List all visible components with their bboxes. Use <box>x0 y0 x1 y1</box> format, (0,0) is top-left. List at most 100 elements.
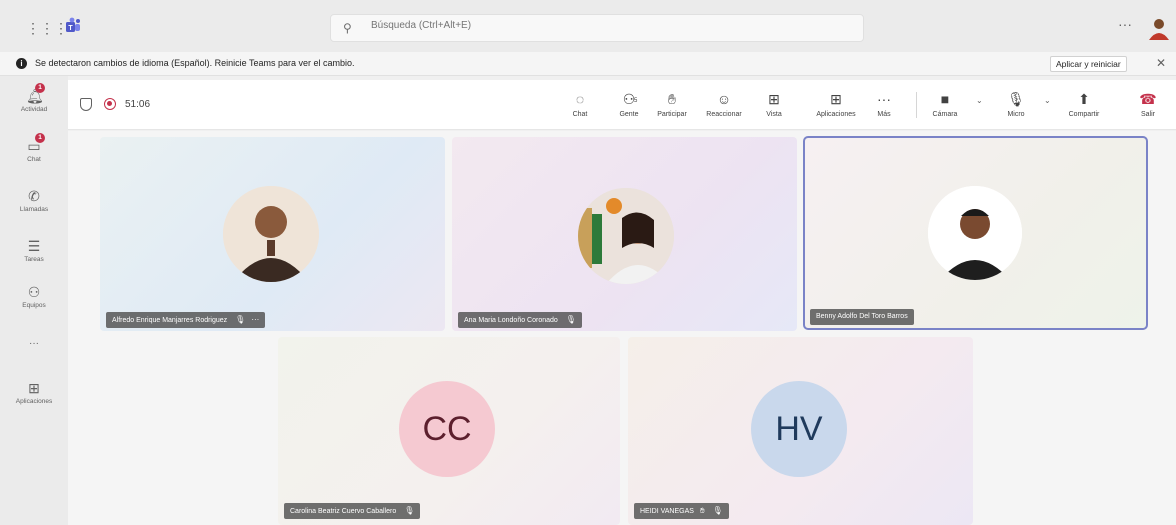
participant-name-bar: Alfredo Enrique Manjarres Rodriguez 🎙︎ ··· <box>106 312 266 328</box>
search-box[interactable]: ⚲ <box>330 14 864 42</box>
view-label: Vista <box>766 111 782 118</box>
camera-off-icon: ■ <box>940 91 950 107</box>
chat-icon: ▭ 1 <box>26 133 45 154</box>
tasks-icon: ☰ <box>27 238 41 254</box>
rail-item-label: Actividad <box>20 106 48 113</box>
meeting-timer: 51:06 <box>125 99 151 110</box>
more-icon: ··· <box>877 91 891 107</box>
more-icon[interactable]: ··· <box>251 312 259 328</box>
leave-button[interactable]: ☎ Salir <box>1136 90 1160 124</box>
react-label: Reaccionar <box>706 111 742 118</box>
activity-badge: 1 <box>35 83 45 93</box>
mic-off-icon: 🎙︎ <box>565 315 576 324</box>
rail-item-calls[interactable]: ✆ Llamadas <box>0 184 68 230</box>
more-icon[interactable]: ··· <box>1118 16 1132 32</box>
share-icon: ⬆ <box>1078 91 1090 107</box>
shield-icon <box>80 98 92 111</box>
rail-item-label: Equipos <box>22 302 46 309</box>
svg-text:T: T <box>68 25 73 32</box>
bell-icon: 🔔︎ 1 <box>26 83 45 104</box>
rail-item-label: Tareas <box>24 256 44 263</box>
notice-message: Se detectaron cambios de idioma (Español… <box>35 58 355 68</box>
apps-button[interactable]: ⊞ Aplicaciones <box>814 90 858 124</box>
rail-item-label: Aplicaciones <box>15 398 53 405</box>
apps-add-icon: ⊞ <box>830 91 842 107</box>
language-notice-bar: i Se detectaron cambios de idioma (Españ… <box>0 52 1176 76</box>
camera-button[interactable]: ■ Cámara <box>930 90 960 124</box>
more-icon: ··· <box>29 338 39 349</box>
rail-item-teams[interactable]: ⚇ Equipos <box>0 280 68 326</box>
teams-logo-icon: T <box>66 17 80 32</box>
participant-name: Ana Maria Londoño Coronado <box>464 317 558 324</box>
apply-restart-button[interactable]: Aplicar y reiniciar <box>1050 56 1127 72</box>
apps-label: Aplicaciones <box>816 111 856 118</box>
title-bar: ⋮⋮⋮ T ⚲ ··· <box>0 0 1176 52</box>
video-stage: Alfredo Enrique Manjarres Rodriguez 🎙︎ ···… <box>68 131 1176 525</box>
recording-icon <box>104 98 116 110</box>
participant-name: Alfredo Enrique Manjarres Rodriguez <box>112 317 228 324</box>
search-input[interactable] <box>371 20 671 31</box>
participant-photo <box>578 188 674 284</box>
react-button[interactable]: ☺ Reaccionar <box>704 90 744 124</box>
participant-photo <box>928 186 1022 280</box>
participant-initials-avatar: HV <box>751 381 847 477</box>
people-icon: ⚇ 5 <box>614 90 644 108</box>
participant-name-bar: Carolina Beatriz Cuervo Caballero 🎙︎ <box>284 503 421 519</box>
rail-item-tasks[interactable]: ☰ Tareas <box>0 234 68 280</box>
participant-initials-avatar: CC <box>399 381 495 477</box>
chevron-down-icon[interactable]: ⌄ <box>976 96 983 105</box>
mic-button[interactable]: 🎙︎ Micro <box>1004 90 1028 124</box>
rail-item-chat[interactable]: ▭ 1 Chat <box>0 133 68 180</box>
user-avatar[interactable] <box>1148 16 1170 40</box>
chat-button[interactable]: ◌ Chat <box>566 90 594 124</box>
close-icon[interactable]: ✕ <box>1156 56 1166 70</box>
hang-up-icon: ☎ <box>1139 91 1157 107</box>
participant-tile[interactable]: Alfredo Enrique Manjarres Rodriguez 🎙︎ ··· <box>100 137 445 331</box>
teams-icon: ⚇ <box>27 284 41 300</box>
share-button[interactable]: ⬆ Compartir <box>1064 90 1104 124</box>
view-grid-icon: ⊞ <box>768 91 780 107</box>
people-count: 5 <box>634 98 638 104</box>
raise-hand-button[interactable]: ✋︎ Participar <box>654 90 690 124</box>
more-label: Más <box>877 111 891 118</box>
share-label: Compartir <box>1068 111 1100 118</box>
chat-icon: ◌ <box>575 91 585 107</box>
participant-tile[interactable]: HV HEIDI VANEGAS ✋︎ 🎙︎ <box>628 337 973 525</box>
participant-name-bar: Benny Adolfo Del Toro Barros <box>810 309 914 325</box>
smiley-icon: ☺ <box>716 91 732 107</box>
grid-icon[interactable]: ⋮⋮⋮ <box>26 20 68 37</box>
participant-photo <box>223 186 319 282</box>
search-icon: ⚲ <box>343 21 352 35</box>
phone-icon: ✆ <box>28 188 40 204</box>
participant-tile[interactable]: Ana Maria Londoño Coronado 🎙︎ <box>452 137 797 331</box>
chat-badge: 1 <box>35 133 45 143</box>
toolbar-divider <box>916 92 917 118</box>
chat-label: Chat <box>572 111 588 118</box>
mic-off-icon: 🎙︎ <box>1007 91 1025 107</box>
mic-label: Micro <box>1007 111 1025 118</box>
people-button[interactable]: ⚇ 5 Gente <box>614 90 644 124</box>
rail-item-apps[interactable]: ⊞ Aplicaciones <box>0 376 68 422</box>
chevron-down-icon[interactable]: ⌄ <box>1044 96 1051 105</box>
raised-hand-icon: ✋︎ <box>699 506 705 515</box>
participant-tile[interactable]: CC Carolina Beatriz Cuervo Caballero 🎙︎ <box>278 337 620 525</box>
leave-label: Salir <box>1140 111 1155 118</box>
hand-icon: ✋︎ <box>668 91 676 107</box>
rail-item-label: Chat <box>27 156 41 163</box>
info-icon: i <box>16 58 27 69</box>
participant-name-bar: Ana Maria Londoño Coronado 🎙︎ <box>458 312 582 328</box>
rail-item-label: Llamadas <box>19 206 49 213</box>
camera-label: Cámara <box>932 111 958 118</box>
more-button[interactable]: ··· Más <box>872 90 896 124</box>
rail-item-activity[interactable]: 🔔︎ 1 Actividad <box>0 83 68 130</box>
participant-name: HEIDI VANEGAS <box>640 508 694 515</box>
people-label: Gente <box>619 111 639 118</box>
participant-name: Carolina Beatriz Cuervo Caballero <box>290 508 397 515</box>
participant-name: Benny Adolfo Del Toro Barros <box>816 313 908 320</box>
rail-item-more[interactable]: ··· <box>0 334 68 358</box>
app-rail: 🔔︎ 1 Actividad ▭ 1 Chat ✆ Llamadas ☰ Tarea… <box>0 76 68 525</box>
participant-name-bar: HEIDI VANEGAS ✋︎ 🎙︎ <box>634 503 729 519</box>
view-button[interactable]: ⊞ Vista <box>762 90 786 124</box>
participant-tile-active-speaker[interactable]: Benny Adolfo Del Toro Barros <box>803 136 1148 330</box>
mic-off-icon: 🎙︎ <box>404 506 415 515</box>
